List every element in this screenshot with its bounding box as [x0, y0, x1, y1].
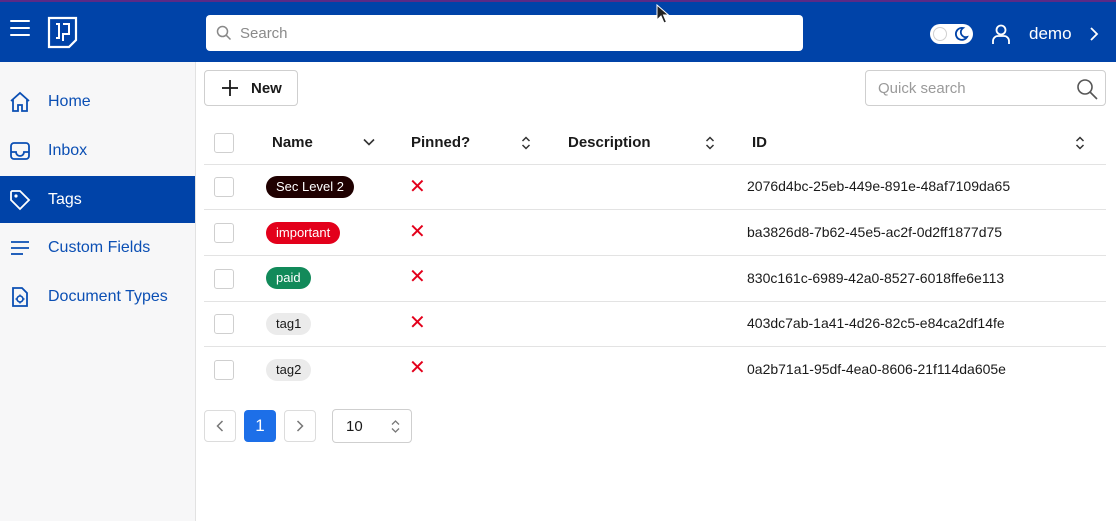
- not-pinned-icon: ✕: [409, 357, 426, 379]
- column-header-name[interactable]: Name: [272, 134, 313, 151]
- sidebar: Home Inbox Tags Custom Fields Document T…: [0, 62, 196, 521]
- next-page-button[interactable]: [284, 410, 316, 442]
- global-search[interactable]: [206, 15, 803, 51]
- previous-page-button[interactable]: [204, 410, 236, 442]
- table-header: Name Pinned? Description ID: [204, 120, 1106, 165]
- row-checkbox[interactable]: [214, 360, 234, 380]
- new-tag-button[interactable]: New: [204, 70, 298, 106]
- tag-badge[interactable]: Sec Level 2: [266, 176, 354, 198]
- username-label[interactable]: demo: [1029, 24, 1072, 44]
- tag-badge[interactable]: tag1: [266, 313, 312, 335]
- chevron-left-icon: [216, 420, 224, 432]
- toggle-knob: [933, 27, 947, 41]
- chevron-down-icon[interactable]: [363, 138, 375, 147]
- not-pinned-icon: ✕: [409, 266, 426, 288]
- sidebar-item-home[interactable]: Home: [0, 78, 195, 125]
- table-row[interactable]: Sec Level 2 ✕ 2076d4bc-25eb-449e-891e-48…: [204, 165, 1106, 210]
- search-icon: [216, 25, 232, 41]
- sort-icon: [391, 420, 400, 433]
- id-cell: 2076d4bc-25eb-449e-891e-48af7109da65: [747, 178, 1011, 194]
- dark-mode-toggle[interactable]: [930, 24, 973, 44]
- document-type-icon: [12, 287, 28, 307]
- table-row[interactable]: paid ✕ 830c161c-6989-42a0-8527-6018ffe6e…: [204, 256, 1106, 302]
- id-cell: ba3826d8-7b62-45e5-ac2f-0d2ff1877d75: [747, 224, 1003, 240]
- mouse-cursor-icon: [656, 4, 670, 24]
- id-cell: 0a2b71a1-95df-4ea0-8606-21f114da605e: [747, 361, 1006, 377]
- sidebar-item-label: Home: [48, 92, 91, 110]
- sort-icon[interactable]: [521, 136, 531, 150]
- sort-icon[interactable]: [1075, 136, 1085, 150]
- sidebar-item-inbox[interactable]: Inbox: [0, 127, 195, 174]
- column-header-id[interactable]: ID: [752, 134, 767, 151]
- sidebar-item-tags[interactable]: Tags: [0, 176, 195, 223]
- user-icon[interactable]: [990, 23, 1012, 45]
- home-icon: [10, 91, 30, 112]
- page-1-button[interactable]: 1: [244, 410, 276, 442]
- search-input[interactable]: [240, 24, 780, 42]
- inbox-icon: [10, 142, 30, 160]
- table-row[interactable]: tag1 ✕ 403dc7ab-1a41-4d26-82c5-e84ca2df1…: [204, 302, 1106, 347]
- sort-icon[interactable]: [705, 136, 715, 150]
- column-header-description[interactable]: Description: [568, 134, 651, 151]
- app-logo[interactable]: [47, 16, 78, 49]
- column-header-pinned[interactable]: Pinned?: [411, 134, 470, 151]
- search-icon[interactable]: [1075, 77, 1099, 101]
- tag-badge[interactable]: paid: [266, 267, 311, 289]
- sidebar-item-label: Custom Fields: [48, 238, 151, 256]
- row-checkbox[interactable]: [214, 314, 234, 334]
- quick-search[interactable]: [865, 70, 1106, 106]
- row-checkbox[interactable]: [214, 223, 234, 243]
- plus-icon: [222, 80, 238, 96]
- chevron-right-icon[interactable]: [1088, 27, 1100, 41]
- table-row[interactable]: important ✕ ba3826d8-7b62-45e5-ac2f-0d2f…: [204, 210, 1106, 256]
- not-pinned-icon: ✕: [409, 176, 426, 198]
- row-checkbox[interactable]: [214, 269, 234, 289]
- tag-icon: [10, 190, 31, 211]
- page-size-value: 10: [346, 417, 363, 435]
- top-bar: demo: [0, 0, 1116, 62]
- page-size-select[interactable]: 10: [332, 409, 412, 443]
- row-checkbox[interactable]: [214, 177, 234, 197]
- not-pinned-icon: ✕: [409, 221, 426, 243]
- sidebar-item-label: Document Types: [48, 287, 168, 305]
- tag-badge[interactable]: important: [266, 222, 341, 244]
- not-pinned-icon: ✕: [409, 312, 426, 334]
- table-row[interactable]: tag2 ✕ 0a2b71a1-95df-4ea0-8606-21f114da6…: [204, 347, 1106, 393]
- sidebar-item-custom-fields[interactable]: Custom Fields: [0, 224, 195, 271]
- id-cell: 403dc7ab-1a41-4d26-82c5-e84ca2df14fe: [747, 315, 1005, 331]
- select-all-checkbox[interactable]: [214, 133, 234, 153]
- menu-icon[interactable]: [10, 20, 30, 40]
- id-cell: 830c161c-6989-42a0-8527-6018ffe6e113: [747, 270, 1005, 286]
- tag-badge[interactable]: tag2: [266, 359, 312, 381]
- sidebar-item-label: Inbox: [48, 141, 88, 159]
- quick-search-input[interactable]: [878, 79, 1068, 97]
- sidebar-item-document-types[interactable]: Document Types: [0, 273, 195, 320]
- chevron-right-icon: [296, 420, 304, 432]
- list-icon: [11, 241, 29, 255]
- moon-icon: [954, 27, 969, 41]
- sidebar-item-label: Tags: [48, 190, 82, 208]
- new-button-label: New: [251, 79, 282, 97]
